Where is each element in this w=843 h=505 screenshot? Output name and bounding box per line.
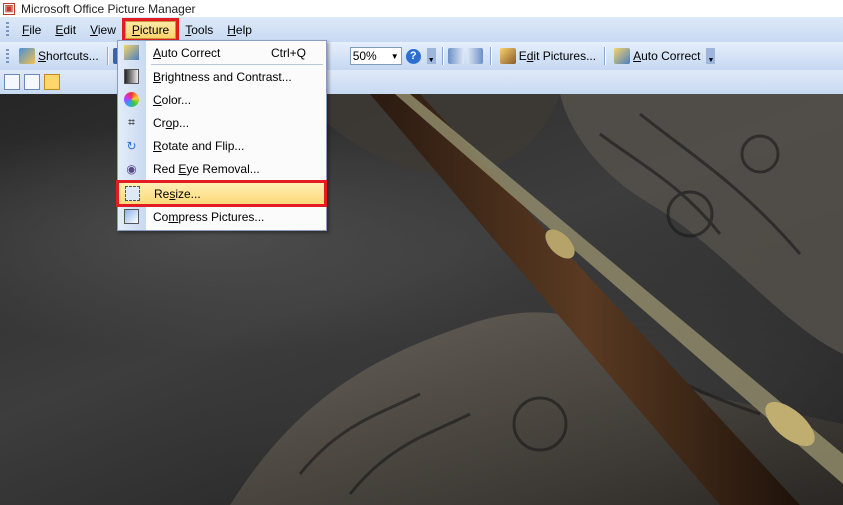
rotate-icon: ↻	[126, 138, 137, 153]
app-icon: ▣	[3, 2, 15, 15]
edit-pictures-button[interactable]: Edit Pictures...	[496, 46, 600, 66]
help-icon[interactable]: ?	[405, 48, 421, 64]
brightness-icon	[124, 69, 139, 84]
shortcut-label: Ctrl+Q	[270, 45, 306, 60]
menu-bar: File Edit View Picture Tools Help	[0, 17, 843, 42]
edit-pictures-icon	[499, 48, 516, 64]
title-bar: ▣ Microsoft Office Picture Manager	[0, 0, 843, 17]
compress-icon	[124, 209, 139, 224]
color-wheel-icon	[124, 92, 139, 107]
menu-item-brightness-contrast[interactable]: Brightness and Contrast...	[118, 66, 326, 87]
shortcuts-button[interactable]: Shortcuts...	[15, 46, 103, 66]
menu-help[interactable]: Help	[220, 21, 259, 39]
toolbar-options-icon[interactable]: ▼	[426, 48, 436, 64]
window-title: Microsoft Office Picture Manager	[21, 1, 196, 16]
menu-picture[interactable]: Picture	[121, 17, 180, 42]
menu-item-compress-pictures[interactable]: Compress Pictures...	[118, 206, 326, 227]
toolbar-grip[interactable]	[6, 48, 9, 64]
resize-icon	[125, 186, 140, 201]
toolbar-separator	[489, 47, 492, 65]
menu-edit[interactable]: Edit	[48, 21, 83, 39]
toolbar-separator	[604, 47, 607, 65]
menu-item-crop[interactable]: ⌗ Crop...	[118, 112, 326, 133]
menubar-grip[interactable]	[6, 22, 9, 37]
toolbar-separator	[106, 47, 109, 65]
rotate-left-icon[interactable]	[447, 48, 464, 64]
single-picture-view-icon[interactable]	[44, 74, 60, 90]
zoom-value: 50%	[352, 49, 377, 63]
menu-view[interactable]: View	[83, 21, 123, 39]
auto-correct-icon	[614, 48, 631, 64]
menu-separator	[151, 64, 323, 65]
shortcuts-icon	[19, 48, 35, 64]
auto-correct-button[interactable]: Auto Correct	[610, 46, 704, 66]
toolbar-options-icon[interactable]: ▼	[706, 48, 716, 64]
menu-item-red-eye-removal[interactable]: ◉ Red Eye Removal...	[118, 158, 326, 179]
menu-item-color[interactable]: Color...	[118, 89, 326, 110]
zoom-combo[interactable]: 50% ▼	[349, 47, 402, 65]
menu-item-rotate-flip[interactable]: ↻ Rotate and Flip...	[118, 135, 326, 156]
menu-item-resize[interactable]: Resize...	[116, 180, 327, 207]
menu-tools[interactable]: Tools	[178, 21, 220, 39]
rotate-right-icon[interactable]	[466, 48, 483, 64]
menu-separator	[151, 180, 323, 181]
crop-icon: ⌗	[128, 115, 135, 129]
toolbar-separator	[441, 47, 444, 65]
filmstrip-view-icon[interactable]	[24, 74, 40, 90]
auto-correct-icon	[124, 45, 139, 60]
menu-item-auto-correct[interactable]: Auto Correct Ctrl+Q	[118, 42, 326, 63]
thumbnail-view-icon[interactable]	[4, 74, 20, 90]
menu-file[interactable]: File	[15, 21, 48, 39]
red-eye-icon: ◉	[126, 161, 137, 176]
picture-menu-dropdown: Auto Correct Ctrl+Q Brightness and Contr…	[116, 40, 327, 231]
chevron-down-icon[interactable]: ▼	[391, 52, 399, 61]
